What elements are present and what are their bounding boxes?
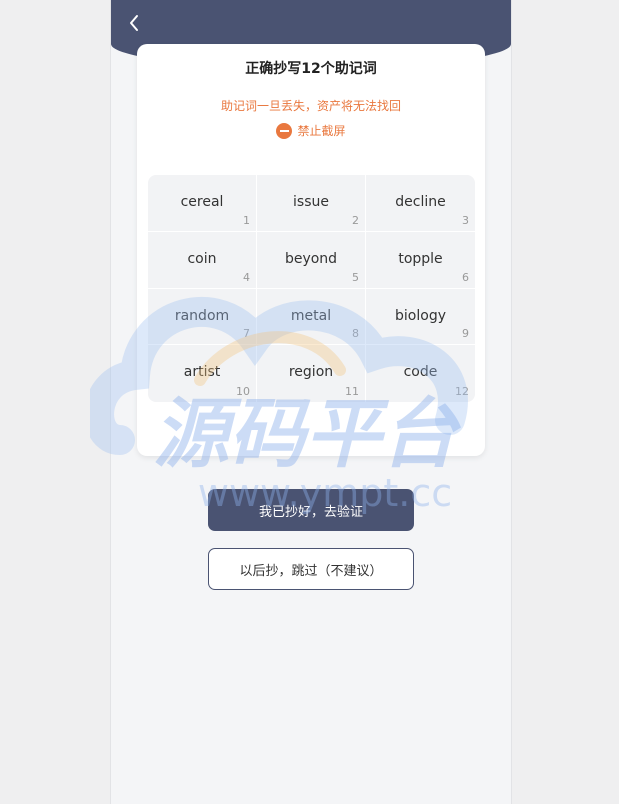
mnemonic-word-cell: coin 4 <box>148 231 257 289</box>
mnemonic-index: 3 <box>462 213 469 227</box>
mnemonic-index: 7 <box>243 327 250 341</box>
mnemonic-card: 正确抄写12个助记词 助记词一旦丢失，资产将无法找回 禁止截屏 cereal 1 i… <box>137 44 485 456</box>
mnemonic-index: 6 <box>462 270 469 284</box>
mnemonic-word: issue <box>293 194 329 210</box>
mnemonic-word: metal <box>290 307 332 324</box>
mnemonic-word-cell: artist 10 <box>148 345 257 402</box>
back-button[interactable] <box>121 10 147 36</box>
mnemonic-index: 5 <box>352 270 359 284</box>
mnemonic-word-cell: region 11 <box>257 345 366 402</box>
mnemonic-word: cereal <box>180 194 224 210</box>
mnemonic-word-cell: beyond 5 <box>257 231 366 289</box>
mnemonic-index: 2 <box>352 213 359 227</box>
mnemonic-word: random <box>174 307 230 324</box>
mnemonic-word: beyond <box>284 250 338 267</box>
mnemonic-index: 1 <box>243 213 250 227</box>
mnemonic-index: 8 <box>352 327 359 341</box>
mnemonic-word-cell: biology 9 <box>366 289 475 346</box>
mnemonic-word: topple <box>398 250 443 267</box>
mnemonic-word-cell: issue 2 <box>257 175 366 232</box>
page-title: 正确抄写12个助记词 <box>245 61 377 77</box>
mnemonic-index: 11 <box>345 385 359 398</box>
mnemonic-word: biology <box>395 307 446 324</box>
mnemonic-word-cell: cereal 1 <box>148 175 257 232</box>
mnemonic-index: 4 <box>243 270 250 284</box>
mnemonic-word-cell: metal 8 <box>257 288 366 346</box>
screenshot-notice-label: 禁止截屏 <box>297 124 346 138</box>
mnemonic-index: 10 <box>236 385 250 398</box>
mnemonic-word-cell: topple 6 <box>366 232 475 289</box>
no-entry-icon <box>276 122 293 139</box>
mnemonic-word: coin <box>187 250 217 267</box>
chevron-left-icon <box>130 15 138 31</box>
mnemonic-word-cell: random 7 <box>148 288 257 346</box>
mnemonic-word-cell: code 12 <box>366 345 475 402</box>
mnemonic-word-cell: decline 3 <box>366 175 475 232</box>
mnemonic-word: code <box>403 364 438 381</box>
screenshot-notice: 禁止截屏 <box>137 122 485 139</box>
mnemonic-grid: cereal 1 issue 2 decline 3 coin 4 beyond 5 topple 6… <box>148 175 475 402</box>
skip-button[interactable]: 以后抄，跳过（不建议） <box>208 548 414 590</box>
mnemonic-word: artist <box>183 364 221 381</box>
app-screen: 正确抄写12个助记词 助记词一旦丢失，资产将无法找回 禁止截屏 cereal 1 i… <box>110 0 512 804</box>
mnemonic-index: 12 <box>455 385 469 398</box>
mnemonic-word: decline <box>395 194 446 210</box>
confirm-button[interactable]: 我已抄好，去验证 <box>208 489 414 531</box>
mnemonic-word: region <box>288 364 334 381</box>
loss-warning: 助记词一旦丢失，资产将无法找回 <box>220 99 401 113</box>
mnemonic-index: 9 <box>462 327 469 341</box>
